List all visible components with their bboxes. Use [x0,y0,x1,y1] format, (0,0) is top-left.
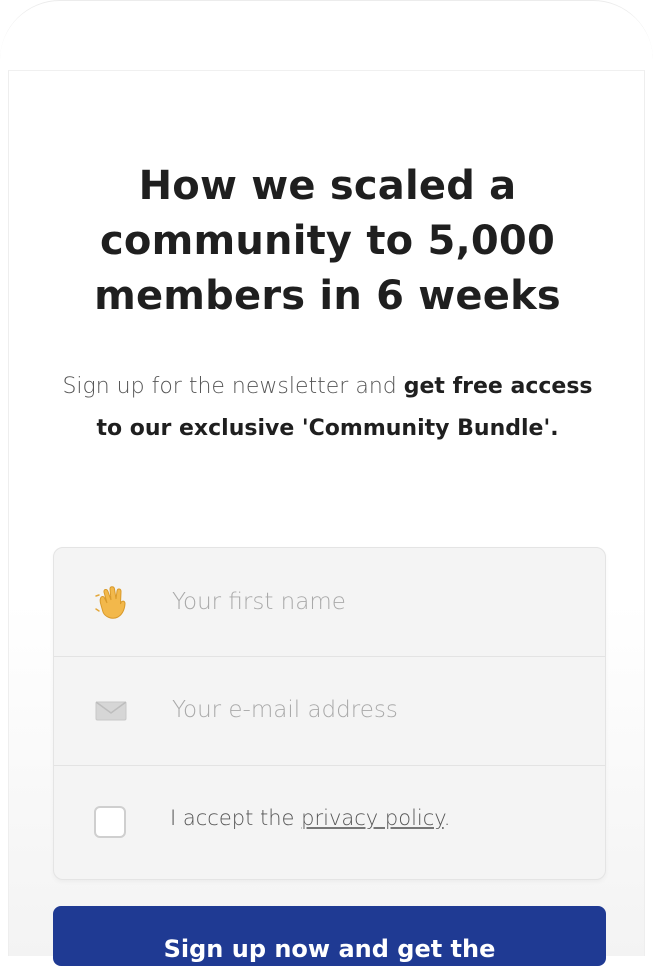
envelope-icon [92,691,130,729]
first-name-input[interactable] [172,582,572,622]
signup-form: I accept the privacy policy. [53,547,606,880]
email-row[interactable] [54,657,605,766]
signup-screen: How we scaled a community to 5,000 membe… [8,70,645,966]
subtitle: Sign up for the newsletter and get free … [49,366,606,450]
first-name-row[interactable] [54,548,605,657]
consent-label: I accept the privacy policy. [170,806,450,830]
waving-hand-icon [92,584,130,622]
privacy-consent-checkbox[interactable] [94,806,126,838]
consent-text: I accept the [170,806,302,830]
email-input[interactable] [172,690,572,730]
signup-button[interactable]: Sign up now and get the [53,906,606,966]
consent-trailing-period: . [443,806,451,830]
phone-frame-top [0,0,653,70]
privacy-policy-link[interactable]: privacy policy [301,806,444,830]
subtitle-regular-text: Sign up for the newsletter and [62,374,404,399]
page-title: How we scaled a community to 5,000 membe… [94,163,561,319]
consent-row: I accept the privacy policy. [54,766,605,879]
